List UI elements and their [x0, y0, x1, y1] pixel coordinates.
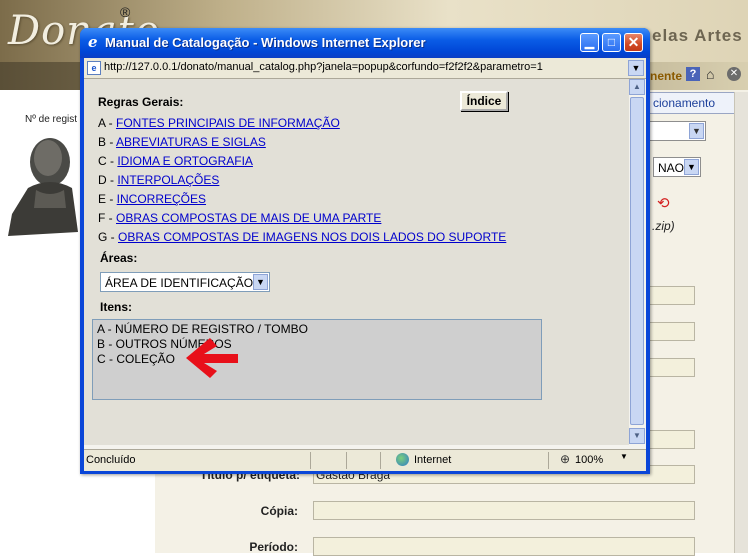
rule-prefix: A - — [98, 116, 117, 130]
items-listbox[interactable]: A - NÚMERO DE REGISTRO / TOMBO B - OUTRO… — [92, 319, 542, 400]
ie-logo-icon: e — [88, 33, 98, 51]
app-input[interactable] — [649, 322, 695, 341]
close-button[interactable]: ✕ — [624, 33, 643, 52]
rule-prefix: F - — [98, 211, 116, 225]
rule-link[interactable]: OBRAS COMPOSTAS DE MAIS DE UMA PARTE — [116, 211, 381, 225]
area-select[interactable]: ÁREA DE IDENTIFICAÇÃO ▼ — [100, 272, 270, 292]
nao-select[interactable]: NAO ▼ — [653, 157, 701, 177]
periodo-input[interactable] — [313, 537, 695, 556]
items-heading: Itens: — [100, 300, 133, 314]
bust-photo — [8, 128, 78, 240]
status-divider — [310, 452, 311, 469]
rule-link[interactable]: IDIOMA E ORTOGRAFIA — [117, 154, 253, 168]
rule-prefix: D - — [98, 173, 118, 187]
rule-prefix: G - — [98, 230, 118, 244]
periodo-label: Período: — [249, 540, 298, 554]
rule-link[interactable]: FONTES PRINCIPAIS DE INFORMAÇÃO — [116, 116, 340, 130]
zip-note: .zip) — [652, 219, 675, 233]
status-divider — [548, 452, 549, 469]
rule-item: C - IDIOMA E ORTOGRAFIA — [98, 154, 253, 168]
app-select[interactable]: ▼ — [649, 121, 706, 141]
area-select-value: ÁREA DE IDENTIFICAÇÃO — [105, 276, 254, 290]
page-icon: e — [87, 61, 101, 75]
rule-item: B - ABREVIATURAS E SIGLAS — [98, 135, 266, 149]
rule-prefix: B - — [98, 135, 117, 149]
address-bar[interactable]: e http://127.0.0.1/donato/manual_catalog… — [84, 58, 646, 79]
scroll-down-button[interactable]: ▼ — [629, 428, 645, 444]
rule-item: A - FONTES PRINCIPAIS DE INFORMAÇÃO — [98, 116, 340, 130]
status-bar: Concluído Internet ⊕ 100% ▼ — [84, 449, 646, 471]
app-input[interactable] — [649, 358, 695, 377]
address-dropdown-button[interactable]: ▼ — [628, 60, 644, 76]
scroll-thumb[interactable] — [630, 97, 644, 425]
logout-icon[interactable]: ✕ — [727, 67, 741, 81]
areas-heading: Áreas: — [100, 251, 138, 265]
nao-select-value: NAO — [658, 161, 685, 175]
security-zone: Internet — [414, 454, 452, 466]
app-input[interactable] — [649, 430, 695, 449]
scroll-up-button[interactable]: ▲ — [629, 79, 645, 95]
status-divider — [346, 452, 347, 469]
rule-link[interactable]: ABREVIATURAS E SIGLAS — [116, 135, 266, 149]
rule-link[interactable]: INCORREÇÕES — [117, 192, 206, 206]
help-icon[interactable]: ? — [686, 67, 700, 81]
rule-item: D - INTERPOLAÇÕES — [98, 173, 219, 187]
refresh-icon[interactable]: ⟲ — [657, 194, 670, 212]
registration-label: Nº de regist — [25, 114, 78, 125]
rule-link[interactable]: OBRAS COMPOSTAS DE IMAGENS NOS DOIS LADO… — [118, 230, 506, 244]
list-item[interactable]: A - NÚMERO DE REGISTRO / TOMBO — [97, 322, 308, 336]
status-divider — [380, 452, 381, 469]
rule-item: E - INCORREÇÕES — [98, 192, 206, 206]
copia-label: Cópia: — [260, 504, 298, 518]
page-content: Regras Gerais: Índice A - FONTES PRINCIP… — [84, 79, 629, 445]
globe-icon — [396, 453, 409, 466]
index-button[interactable]: Índice — [460, 91, 508, 111]
zoom-dropdown-icon[interactable]: ▼ — [620, 452, 628, 461]
status-text: Concluído — [86, 454, 136, 466]
maximize-button[interactable]: □ — [602, 33, 621, 52]
red-arrow-icon — [186, 338, 238, 378]
rule-item: G - OBRAS COMPOSTAS DE IMAGENS NOS DOIS … — [98, 230, 506, 244]
ie-popup-window: e Manual de Catalogação - Windows Intern… — [80, 28, 650, 474]
chevron-down-icon: ▼ — [684, 159, 699, 175]
rule-prefix: C - — [98, 154, 118, 168]
minimize-button[interactable]: ▁ — [580, 33, 599, 52]
rule-prefix: E - — [98, 192, 117, 206]
menu-link-fragment[interactable]: nente — [650, 69, 682, 83]
chevron-down-icon: ▼ — [689, 123, 704, 139]
page-scrollbar[interactable]: ▲ ▼ — [629, 79, 646, 445]
header-title-fragment: elas Artes — [652, 26, 743, 45]
rule-item: F - OBRAS COMPOSTAS DE MAIS DE UMA PARTE — [98, 211, 381, 225]
address-url[interactable]: http://127.0.0.1/donato/manual_catalog.p… — [104, 61, 543, 73]
app-input[interactable] — [649, 286, 695, 305]
window-titlebar[interactable]: e Manual de Catalogação - Windows Intern… — [80, 28, 650, 58]
window-title: Manual de Catalogação - Windows Internet… — [105, 35, 426, 50]
list-item[interactable]: C - COLEÇÃO — [97, 352, 175, 366]
home-icon[interactable]: ⌂ — [706, 66, 714, 82]
chevron-down-icon: ▼ — [253, 274, 268, 290]
tab-cionamento[interactable]: cionamento — [648, 92, 740, 114]
zoom-level[interactable]: 100% — [575, 454, 603, 466]
copia-input[interactable] — [313, 501, 695, 520]
rules-heading: Regras Gerais: — [98, 95, 184, 109]
registered-mark: ® — [120, 4, 131, 20]
app-scrollbar[interactable] — [734, 92, 748, 553]
zoom-icon[interactable]: ⊕ — [560, 452, 570, 466]
rule-link[interactable]: INTERPOLAÇÕES — [117, 173, 219, 187]
